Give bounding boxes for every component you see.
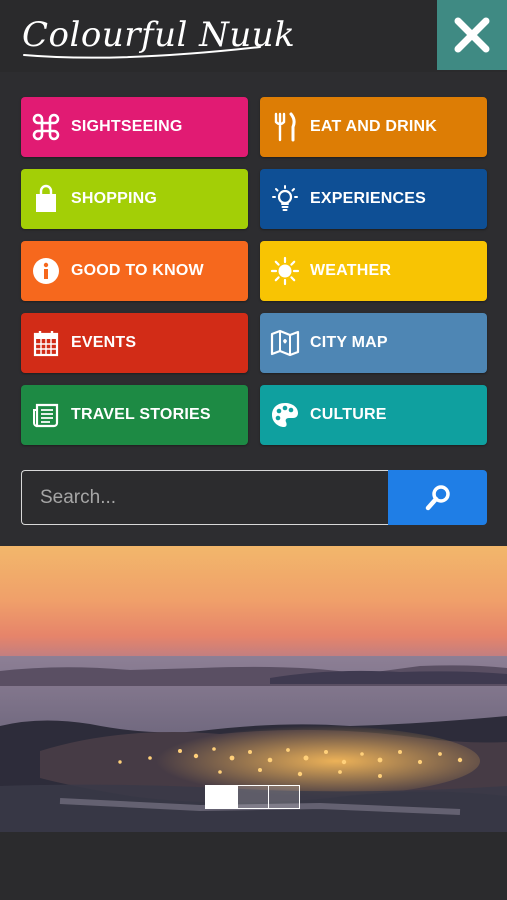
slide-dot-2[interactable] (238, 785, 269, 809)
tile-label: EAT AND DRINK (310, 118, 438, 135)
slide-dot-1[interactable] (205, 785, 238, 809)
calendar-icon (31, 328, 61, 358)
fork-knife-icon (270, 112, 300, 142)
search-icon (425, 484, 450, 510)
tile-label: EVENTS (71, 334, 137, 351)
tile-label: WEATHER (310, 262, 392, 279)
menu-tile-city-map[interactable]: CITY MAP (260, 313, 487, 373)
tile-label: CULTURE (310, 406, 387, 423)
search-input[interactable] (21, 470, 388, 525)
tile-label: TRAVEL STORIES (71, 406, 211, 423)
tile-label: GOOD TO KNOW (71, 262, 204, 279)
header: Colourful Nuuk (0, 0, 507, 72)
menu-tile-travel-stories[interactable]: TRAVEL STORIES (21, 385, 248, 445)
search-button[interactable] (388, 470, 487, 525)
newspaper-icon (31, 400, 61, 430)
close-menu-button[interactable] (437, 0, 507, 70)
sun-icon (270, 256, 300, 286)
menu-tile-weather[interactable]: WEATHER (260, 241, 487, 301)
menu-tile-sightseeing[interactable]: SIGHTSEEING (21, 97, 248, 157)
slide-indicator (205, 785, 300, 809)
lightbulb-icon (270, 184, 300, 214)
tile-label: SIGHTSEEING (71, 118, 183, 135)
command-icon (31, 112, 61, 142)
logo-swash-icon (23, 46, 261, 59)
tile-label: SHOPPING (71, 190, 158, 207)
menu-tile-experiences[interactable]: EXPERIENCES (260, 169, 487, 229)
bottom-bar (0, 832, 507, 900)
tile-label: EXPERIENCES (310, 190, 427, 207)
menu-tile-eat-and-drink[interactable]: EAT AND DRINK (260, 97, 487, 157)
palette-icon (270, 400, 300, 430)
shopping-bag-icon (31, 184, 61, 214)
tile-label: CITY MAP (310, 334, 388, 351)
slide-dot-3[interactable] (269, 785, 300, 809)
menu-tile-good-to-know[interactable]: GOOD TO KNOW (21, 241, 248, 301)
close-icon (454, 17, 490, 53)
search-bar (21, 470, 487, 525)
menu-tile-culture[interactable]: CULTURE (260, 385, 487, 445)
menu-tile-events[interactable]: EVENTS (21, 313, 248, 373)
map-icon (270, 328, 300, 358)
info-icon (31, 256, 61, 286)
menu-tile-shopping[interactable]: SHOPPING (21, 169, 248, 229)
